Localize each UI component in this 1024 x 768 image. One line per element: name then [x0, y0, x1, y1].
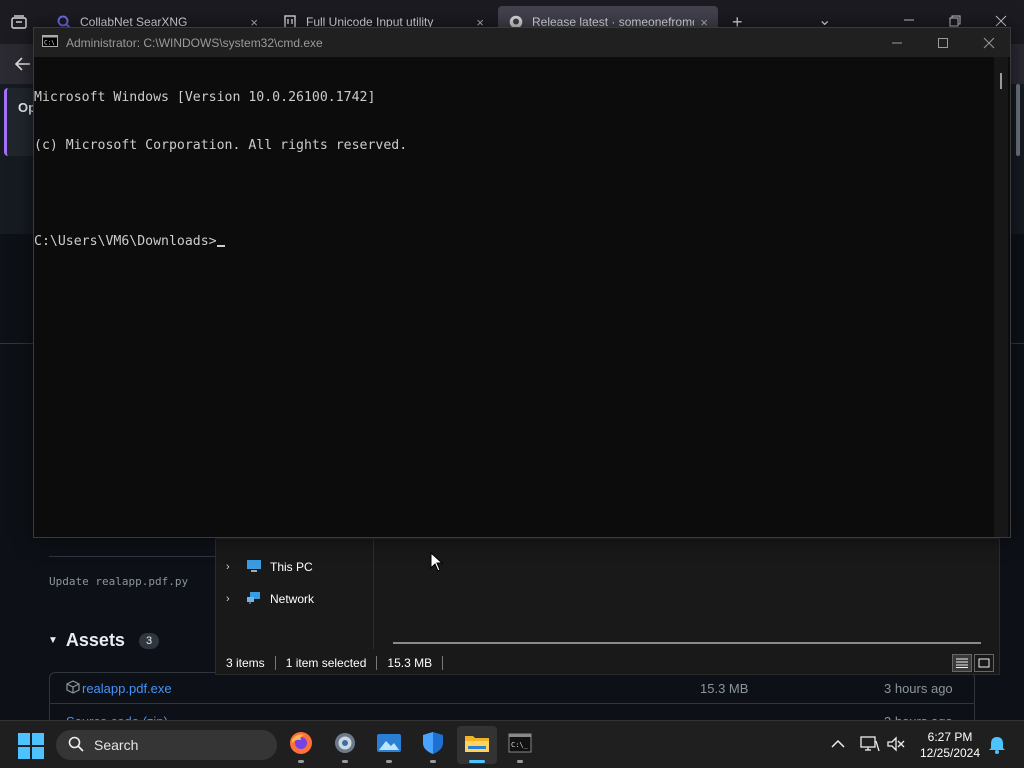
cmd-title-bar[interactable]: C:\ Administrator: C:\WINDOWS\system32\c… [34, 28, 1010, 57]
taskbar: Search C:\_ 6:27 PM 12/25/2024 [0, 720, 1024, 768]
clock-time: 6:27 PM [927, 730, 973, 744]
mouse-cursor-icon [430, 551, 444, 572]
asset-row[interactable]: realapp.pdf.exe 15.3 MB 3 hours ago [50, 674, 974, 704]
maximize-icon[interactable] [920, 28, 966, 57]
cmd-app-icon: C:\ [42, 34, 58, 52]
browser-close-icon[interactable] [994, 14, 1008, 28]
network-icon [246, 591, 262, 608]
nav-item-label: This PC [270, 560, 313, 574]
clock-date: 12/25/2024 [919, 746, 981, 760]
search-icon [68, 736, 84, 755]
commit-message: Update realapp.pdf.py [49, 575, 189, 588]
running-indicator [517, 760, 523, 763]
notification-stub: Op [4, 88, 36, 156]
nav-item-network[interactable]: › Network [226, 587, 314, 611]
console-prompt: C:\Users\VM6\Downloads> [34, 234, 217, 249]
running-indicator [298, 760, 304, 763]
cmd-scrollbar[interactable] [994, 57, 1008, 537]
assets-count-badge: 3 [138, 632, 160, 649]
running-indicator [469, 760, 485, 763]
file-explorer-icon [464, 732, 490, 759]
package-icon [66, 680, 80, 697]
explorer-nav-pane: › This PC › Network [216, 539, 374, 649]
taskbar-settings[interactable] [325, 726, 365, 764]
firefox-icon [289, 731, 313, 760]
console-prompt-line[interactable]: C:\Users\VM6\Downloads> [34, 234, 996, 250]
settings-icon [333, 731, 357, 760]
nav-item-label: Network [270, 592, 315, 606]
taskbar-firefox[interactable] [281, 726, 321, 764]
svg-text:C:\_: C:\_ [511, 741, 529, 749]
taskbar-terminal[interactable]: C:\_ [500, 726, 540, 764]
cmd-console[interactable]: Microsoft Windows [Version 10.0.26100.17… [34, 57, 996, 537]
taskbar-file-explorer[interactable] [457, 726, 497, 764]
assets-list: realapp.pdf.exe 15.3 MB 3 hours ago Sour… [49, 672, 975, 726]
terminal-icon: C:\_ [508, 733, 532, 758]
page-scrollbar[interactable] [1016, 84, 1020, 156]
tab-manager-icon[interactable] [10, 13, 28, 31]
explorer-status-bar: 3 items 1 item selected 15.3 MB [216, 651, 999, 675]
start-button[interactable] [18, 733, 44, 759]
running-indicator [386, 760, 392, 763]
browser-restore-icon[interactable] [948, 14, 962, 28]
scrollbar-thumb[interactable] [1000, 73, 1002, 89]
asset-link[interactable]: realapp.pdf.exe [82, 681, 172, 696]
selection-count: 1 item selected [276, 656, 378, 670]
taskbar-photos[interactable] [369, 726, 409, 764]
chevron-right-icon[interactable]: › [226, 593, 238, 605]
notification-bell-icon[interactable] [988, 735, 1006, 755]
browser-minimize-icon[interactable] [902, 12, 916, 26]
taskbar-clock[interactable]: 6:27 PM 12/25/2024 [912, 729, 988, 761]
console-line: Microsoft Windows [Version 10.0.26100.17… [34, 90, 376, 105]
defender-icon [422, 731, 444, 760]
asset-date: 3 hours ago [884, 681, 953, 696]
assets-title: Assets [65, 630, 125, 650]
cmd-window-title: Administrator: C:\WINDOWS\system32\cmd.e… [66, 35, 323, 50]
chevron-right-icon[interactable]: › [226, 561, 238, 573]
details-view-icon[interactable] [952, 654, 972, 672]
photos-icon [376, 732, 402, 759]
text-cursor [216, 245, 225, 247]
running-indicator [430, 760, 436, 763]
close-icon[interactable] [966, 28, 1012, 57]
console-line: (c) Microsoft Corporation. All rights re… [34, 138, 408, 153]
nav-item-this-pc[interactable]: › This PC [226, 555, 313, 579]
selection-size: 15.3 MB [377, 656, 444, 670]
file-explorer-window: › This PC › Network 3 items 1 item selec… [215, 538, 1000, 675]
horizontal-scrollbar[interactable] [393, 642, 981, 644]
svg-text:C:\: C:\ [44, 39, 55, 46]
network-status-icon[interactable] [860, 735, 880, 753]
running-indicator [342, 760, 348, 763]
taskbar-security[interactable] [413, 726, 453, 764]
back-arrow-icon[interactable] [14, 56, 32, 72]
search-label: Search [94, 737, 139, 753]
asset-size: 15.3 MB [700, 681, 749, 696]
minimize-icon[interactable] [874, 28, 920, 57]
tiles-view-icon[interactable] [974, 654, 994, 672]
chevron-up-icon[interactable] [830, 737, 846, 751]
taskbar-search[interactable]: Search [56, 730, 277, 760]
collapse-triangle-icon[interactable]: ▼ [48, 635, 58, 646]
volume-muted-icon[interactable] [886, 735, 906, 753]
cmd-window[interactable]: C:\ Administrator: C:\WINDOWS\system32\c… [33, 27, 1011, 538]
assets-header[interactable]: ▼ Assets 3 [48, 630, 160, 651]
computer-icon [246, 559, 262, 576]
item-count: 3 items [216, 656, 276, 670]
divider [49, 556, 215, 557]
